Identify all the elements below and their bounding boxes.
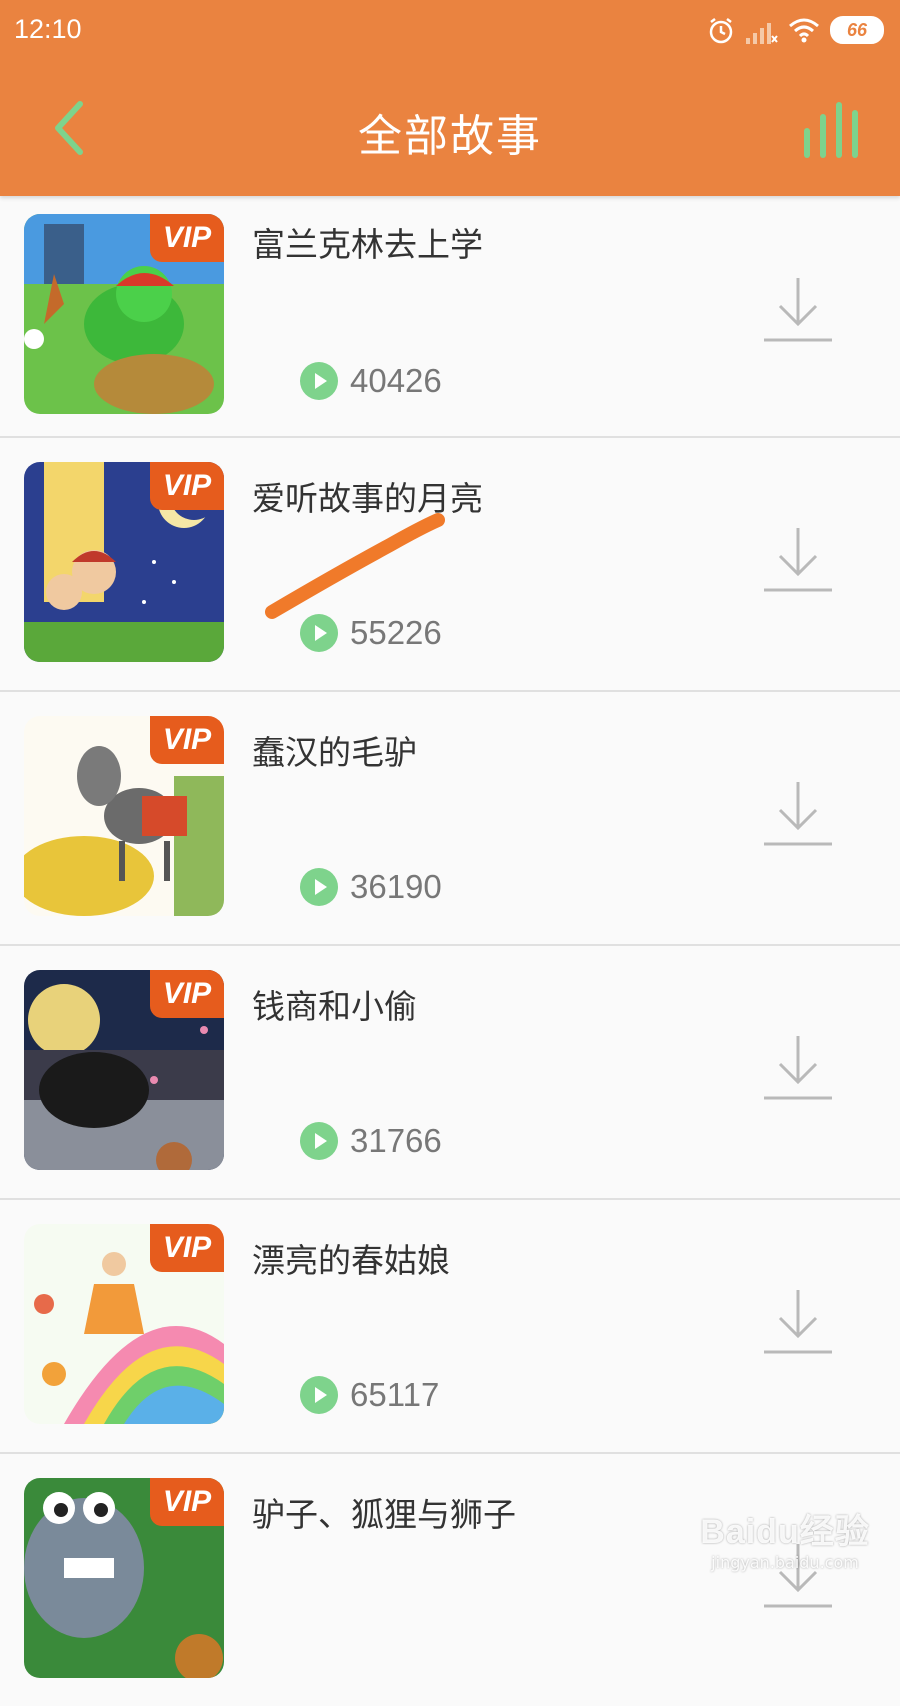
watermark-url: jingyan.baidu.com — [711, 1553, 859, 1572]
audio-bars-icon[interactable] — [800, 100, 870, 160]
download-icon[interactable] — [762, 524, 834, 596]
story-cover-image: VIP — [24, 462, 224, 662]
story-title: 富兰克林去上学 — [252, 225, 483, 264]
play-count-icon — [300, 614, 338, 652]
story-cover-image: VIP — [24, 1224, 224, 1424]
story-title: 钱商和小偷 — [252, 987, 417, 1026]
play-count-icon — [300, 1122, 338, 1160]
vip-badge: VIP — [150, 716, 224, 764]
alarm-icon — [709, 18, 733, 44]
download-icon[interactable] — [762, 778, 834, 850]
download-icon[interactable] — [762, 274, 834, 346]
story-item[interactable]: VIP 钱商和小偷 31766 — [0, 946, 900, 1200]
status-time: 12:10 — [14, 14, 82, 44]
vip-badge: VIP — [150, 1224, 224, 1272]
wifi-icon — [789, 18, 819, 43]
story-title: 爱听故事的月亮 — [252, 479, 483, 518]
play-count: 31766 — [350, 1122, 442, 1159]
vip-badge: VIP — [150, 214, 224, 262]
play-count-icon — [300, 868, 338, 906]
story-title: 蠢汉的毛驴 — [252, 733, 417, 772]
play-count-icon — [300, 1376, 338, 1414]
story-cover-image: VIP — [24, 970, 224, 1170]
status-icons: 66 — [706, 14, 886, 48]
story-title: 驴子、狐狸与狮子 — [252, 1495, 516, 1534]
watermark-brand: Baidu经验 — [700, 1513, 870, 1551]
story-list: VIP 富兰克林去上学 40426 VIP 爱听故事的月亮 55226 VIP … — [0, 196, 900, 1706]
baidu-watermark: Baidu经验 jingyan.baidu.com — [690, 1504, 880, 1584]
story-item[interactable]: VIP 富兰克林去上学 40426 — [0, 196, 900, 438]
vip-badge: VIP — [150, 462, 224, 510]
play-count: 65117 — [350, 1376, 440, 1413]
story-title: 漂亮的春姑娘 — [252, 1241, 450, 1280]
page-title: 全部故事 — [358, 111, 542, 162]
download-icon[interactable] — [762, 1032, 834, 1104]
signal-icon — [746, 23, 778, 44]
story-item[interactable]: VIP 爱听故事的月亮 55226 — [0, 438, 900, 692]
story-cover-image: VIP — [24, 716, 224, 916]
app-header: 12:10 66 全部故事 — [0, 0, 900, 196]
play-count: 36190 — [350, 868, 442, 905]
play-count: 40426 — [350, 362, 442, 399]
story-item[interactable]: VIP 蠢汉的毛驴 36190 — [0, 692, 900, 946]
vip-badge: VIP — [150, 970, 224, 1018]
story-item[interactable]: VIP 漂亮的春姑娘 65117 — [0, 1200, 900, 1454]
story-cover-image: VIP — [24, 1478, 224, 1678]
play-count: 55226 — [350, 614, 442, 651]
download-icon[interactable] — [762, 1286, 834, 1358]
story-cover-image: VIP — [24, 214, 224, 414]
vip-badge: VIP — [150, 1478, 224, 1526]
play-count-icon — [300, 362, 338, 400]
battery-indicator: 66 — [830, 16, 884, 44]
